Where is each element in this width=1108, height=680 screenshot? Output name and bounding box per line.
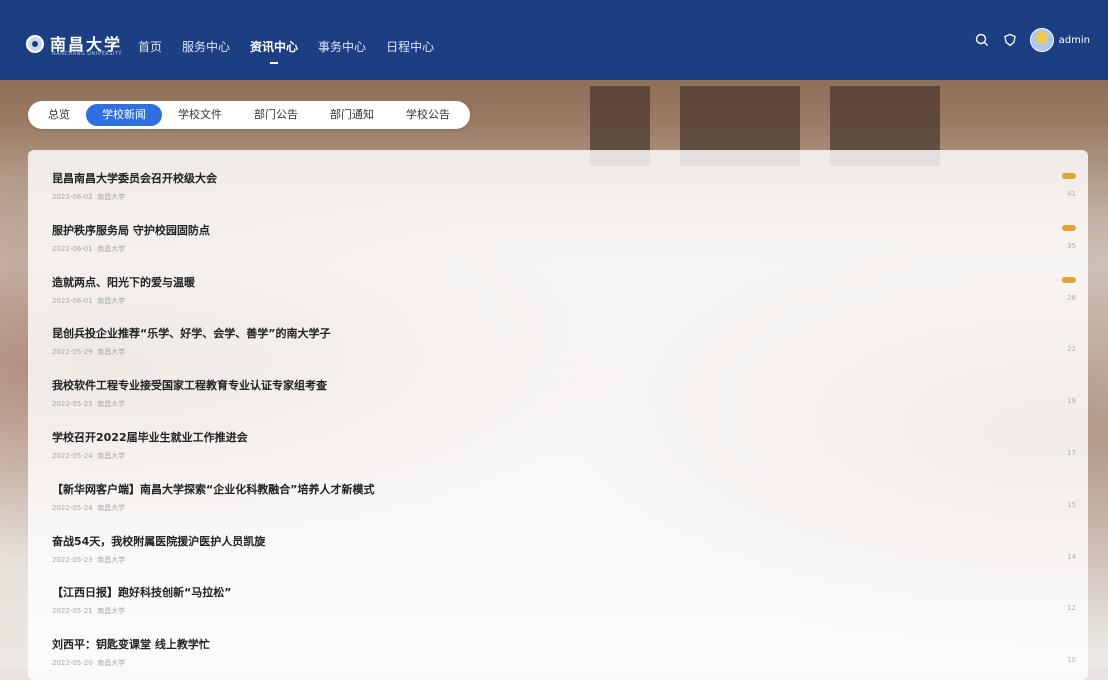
- news-date: 2022-05-24: [52, 503, 93, 512]
- news-source: 南昌大学: [97, 555, 126, 564]
- view-count: 28: [1067, 293, 1076, 302]
- menu-item-affairs-center[interactable]: 事务中心: [318, 38, 366, 55]
- tab-overview[interactable]: 总览: [32, 104, 86, 126]
- news-item[interactable]: 【江西日报】跑好科技创新“马拉松” 2022-05-21 南昌大学 12: [28, 564, 1088, 616]
- news-category-tabs: 总览 学校新闻 学校文件 部门公告 部门通知 学校公告: [28, 101, 470, 129]
- news-list: 昆昌南昌大学委员会召开校级大会 2022-06-02 南昌大学 41 服护秩序服…: [28, 150, 1088, 668]
- top-badge: [1062, 224, 1076, 231]
- news-item[interactable]: 我校软件工程专业接受国家工程教育专业认证专家组考查 2022-05-25 南昌大…: [28, 357, 1088, 409]
- search-icon[interactable]: [972, 30, 992, 50]
- news-title[interactable]: 奋战54天，我校附属医院援沪医护人员凯旋: [52, 533, 265, 549]
- news-date: 2022-06-02: [52, 193, 93, 201]
- news-item[interactable]: 昆昌南昌大学委员会召开校级大会 2022-06-02 南昌大学 41: [28, 150, 1088, 202]
- tab-school-announcements[interactable]: 学校公告: [390, 104, 466, 126]
- university-logo-icon[interactable]: [26, 35, 44, 53]
- tab-department-announcements[interactable]: 部门公告: [238, 104, 314, 126]
- view-count: 19: [1067, 397, 1076, 406]
- top-badge: [1062, 276, 1076, 283]
- news-date: 2022-05-29: [52, 348, 93, 357]
- news-date: 2022-05-21: [52, 607, 93, 616]
- main-menu: 首页 服务中心 资讯中心 事务中心 日程中心: [138, 38, 454, 64]
- news-meta: 2022-06-02 南昌大学: [52, 192, 125, 202]
- news-title[interactable]: 刘西平：钥匙变课堂 线上教学忙: [52, 636, 210, 652]
- top-navbar: 南昌大学 NANCHANG UNIVERSITY 首页 服务中心 资讯中心 事务…: [0, 0, 1108, 80]
- news-item[interactable]: 造就两点、阳光下的爱与温暖 2022-06-01 南昌大学 28: [28, 254, 1088, 306]
- news-source: 南昌大学: [97, 451, 126, 460]
- news-meta: 2022-05-24 南昌大学: [52, 451, 125, 461]
- news-title[interactable]: 造就两点、阳光下的爱与温暖: [52, 274, 195, 290]
- shield-icon[interactable]: [1000, 30, 1020, 50]
- news-item[interactable]: 服护秩序服务局 守护校园固防点 2022-06-01 南昌大学 35: [28, 202, 1088, 254]
- news-date: 2022-06-01: [52, 244, 93, 253]
- news-meta: 2022-05-25 南昌大学: [52, 399, 125, 409]
- tab-school-documents[interactable]: 学校文件: [162, 104, 238, 126]
- news-title[interactable]: 【江西日报】跑好科技创新“马拉松”: [52, 584, 231, 600]
- news-item[interactable]: 学校召开2022届毕业生就业工作推进会 2022-05-24 南昌大学 17: [28, 409, 1088, 461]
- news-title[interactable]: 学校召开2022届毕业生就业工作推进会: [52, 429, 248, 445]
- news-source: 南昌大学: [97, 296, 126, 305]
- nav-actions: admin: [964, 28, 1090, 52]
- news-source: 南昌大学: [97, 348, 126, 357]
- news-source: 南昌大学: [97, 193, 126, 201]
- news-item[interactable]: 奋战54天，我校附属医院援沪医护人员凯旋 2022-05-23 南昌大学 14: [28, 513, 1088, 565]
- news-date: 2022-06-01: [52, 296, 93, 305]
- view-count: 41: [1067, 190, 1076, 198]
- news-meta: 2022-06-01 南昌大学: [52, 296, 125, 306]
- news-meta: 2022-05-29 南昌大学: [52, 347, 125, 357]
- news-item[interactable]: 刘西平：钥匙变课堂 线上教学忙 2022-05-20 南昌大学 10: [28, 616, 1088, 668]
- news-source: 南昌大学: [97, 244, 126, 253]
- tab-department-notices[interactable]: 部门通知: [314, 104, 390, 126]
- news-meta: 2022-05-23 南昌大学: [52, 555, 125, 565]
- news-source: 南昌大学: [97, 400, 126, 409]
- news-date: 2022-05-24: [52, 451, 93, 460]
- news-source: 南昌大学: [97, 607, 126, 616]
- news-meta: 2022-05-20 南昌大学: [52, 658, 125, 668]
- news-date: 2022-05-20: [52, 659, 93, 668]
- news-source: 南昌大学: [97, 659, 126, 668]
- news-title[interactable]: 服护秩序服务局 守护校园固防点: [52, 222, 210, 238]
- news-item[interactable]: 昆创兵投企业推荐“乐学、好学、会学、善学”的南大学子 2022-05-29 南昌…: [28, 305, 1088, 357]
- news-date: 2022-05-23: [52, 555, 93, 564]
- username-label[interactable]: admin: [1059, 35, 1090, 46]
- view-count: 14: [1067, 552, 1076, 561]
- menu-item-schedule-center[interactable]: 日程中心: [386, 38, 434, 55]
- menu-item-service-center[interactable]: 服务中心: [182, 38, 230, 55]
- news-title[interactable]: 【新华网客户端】南昌大学探索“企业化科教融合”培养人才新模式: [52, 481, 374, 497]
- news-date: 2022-05-25: [52, 400, 93, 409]
- view-count: 12: [1067, 604, 1076, 613]
- menu-item-home[interactable]: 首页: [138, 38, 162, 55]
- view-count: 15: [1067, 500, 1076, 509]
- view-count: 22: [1067, 345, 1076, 354]
- news-list-panel: 昆昌南昌大学委员会召开校级大会 2022-06-02 南昌大学 41 服护秩序服…: [28, 150, 1088, 680]
- news-source: 南昌大学: [97, 503, 126, 512]
- view-count: 17: [1067, 448, 1076, 457]
- view-count: 10: [1067, 656, 1076, 665]
- top-badge: [1062, 173, 1076, 179]
- tab-school-news[interactable]: 学校新闻: [86, 104, 162, 126]
- news-title[interactable]: 昆昌南昌大学委员会召开校级大会: [52, 170, 217, 186]
- news-meta: 2022-05-21 南昌大学: [52, 606, 125, 616]
- news-meta: 2022-05-24 南昌大学: [52, 503, 125, 513]
- view-count: 35: [1067, 241, 1076, 250]
- menu-item-news-center[interactable]: 资讯中心: [250, 38, 298, 64]
- news-meta: 2022-06-01 南昌大学: [52, 244, 125, 254]
- news-title[interactable]: 我校软件工程专业接受国家工程教育专业认证专家组考查: [52, 377, 327, 393]
- news-item[interactable]: 【新华网客户端】南昌大学探索“企业化科教融合”培养人才新模式 2022-05-2…: [28, 461, 1088, 513]
- logo-subtitle: NANCHANG UNIVERSITY: [52, 51, 122, 57]
- user-avatar[interactable]: [1029, 28, 1054, 52]
- news-title[interactable]: 昆创兵投企业推荐“乐学、好学、会学、善学”的南大学子: [52, 325, 330, 341]
